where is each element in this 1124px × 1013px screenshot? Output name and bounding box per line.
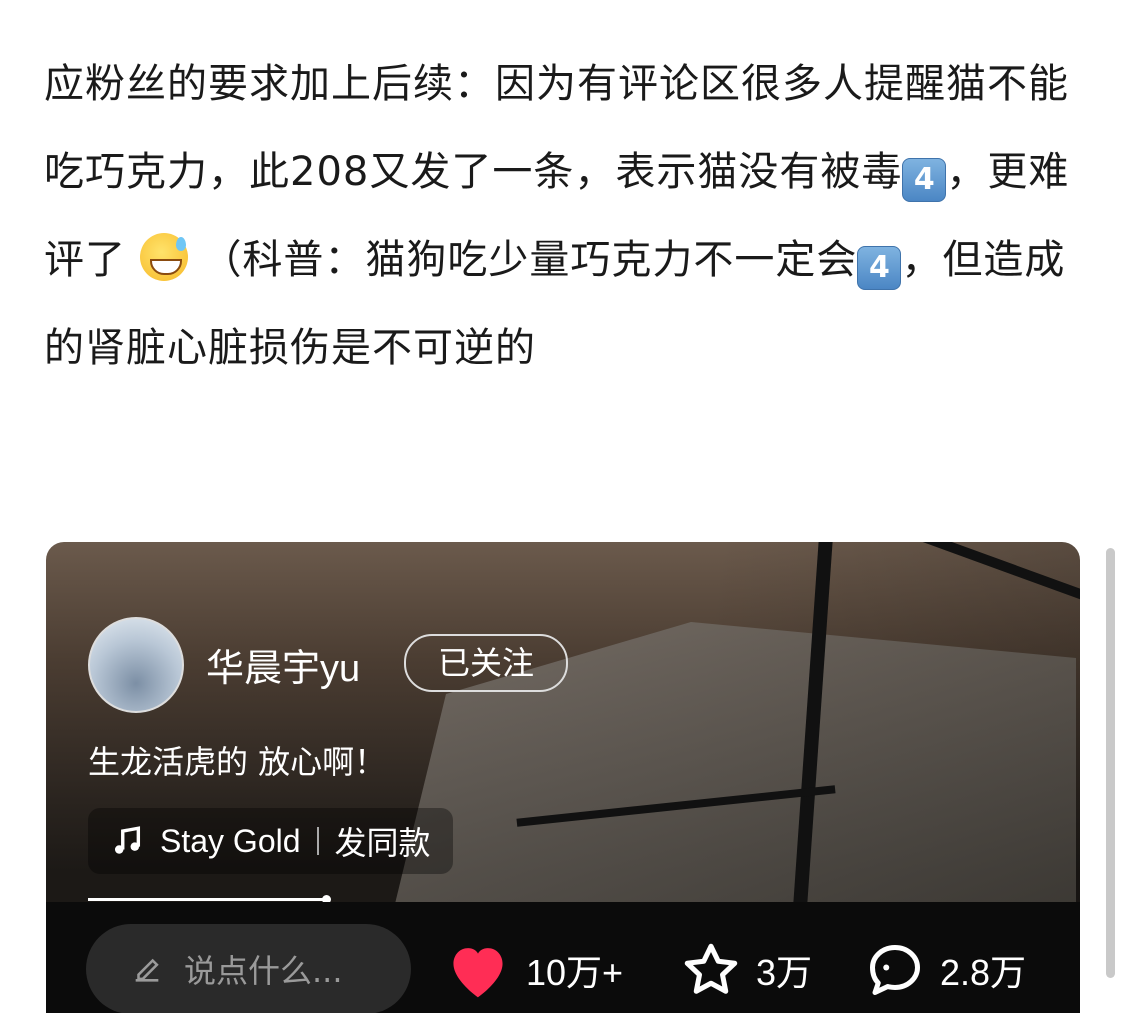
like-button[interactable]: 10万+: [444, 940, 623, 1000]
grinning-sweat-emoji: [139, 233, 188, 281]
video-caption: 生龙活虎的 放心啊！: [88, 743, 387, 781]
music-pill[interactable]: Stay Gold 发同款: [88, 808, 453, 874]
follow-button[interactable]: 已关注: [404, 634, 568, 692]
heart-icon: [453, 948, 503, 998]
video-card[interactable]: 华晨宇yu 已关注 生龙活虎的 放心啊！ Stay Gold 发同款 说点什么.…: [46, 542, 1080, 1013]
comment-input[interactable]: 说点什么...: [86, 924, 411, 1013]
scrollbar[interactable]: [1106, 548, 1115, 978]
comment-count: 2.8万: [940, 952, 1027, 993]
like-count: 10万+: [526, 952, 624, 993]
post-text-part3: （科普：猫狗吃少量巧克力不一定会: [201, 237, 858, 283]
username[interactable]: 华晨宇yu: [206, 637, 360, 692]
video-frame-detail: [891, 542, 1080, 613]
music-title: Stay Gold: [160, 822, 301, 859]
keycap-4-emoji: 4: [857, 246, 902, 290]
divider: [316, 827, 319, 855]
keycap-4-emoji: 4: [902, 158, 947, 202]
video-progress-bar[interactable]: [88, 898, 326, 901]
post-text: 应粉丝的要求加上后续：因为有评论区很多人提醒猫不能吃巧克力，此208又发了一条，…: [44, 40, 1094, 392]
favorite-button[interactable]: 3万: [680, 940, 812, 1000]
comment-button[interactable]: 2.8万: [864, 940, 1026, 1000]
comment-bubble-icon: [870, 945, 920, 995]
use-sound-button[interactable]: 发同款: [335, 818, 431, 864]
music-note-icon: [114, 826, 141, 854]
pencil-icon: [135, 958, 159, 982]
avatar[interactable]: [88, 617, 184, 713]
comment-placeholder: 说点什么...: [184, 952, 343, 990]
favorite-count: 3万: [756, 952, 813, 993]
star-icon: [684, 943, 738, 994]
